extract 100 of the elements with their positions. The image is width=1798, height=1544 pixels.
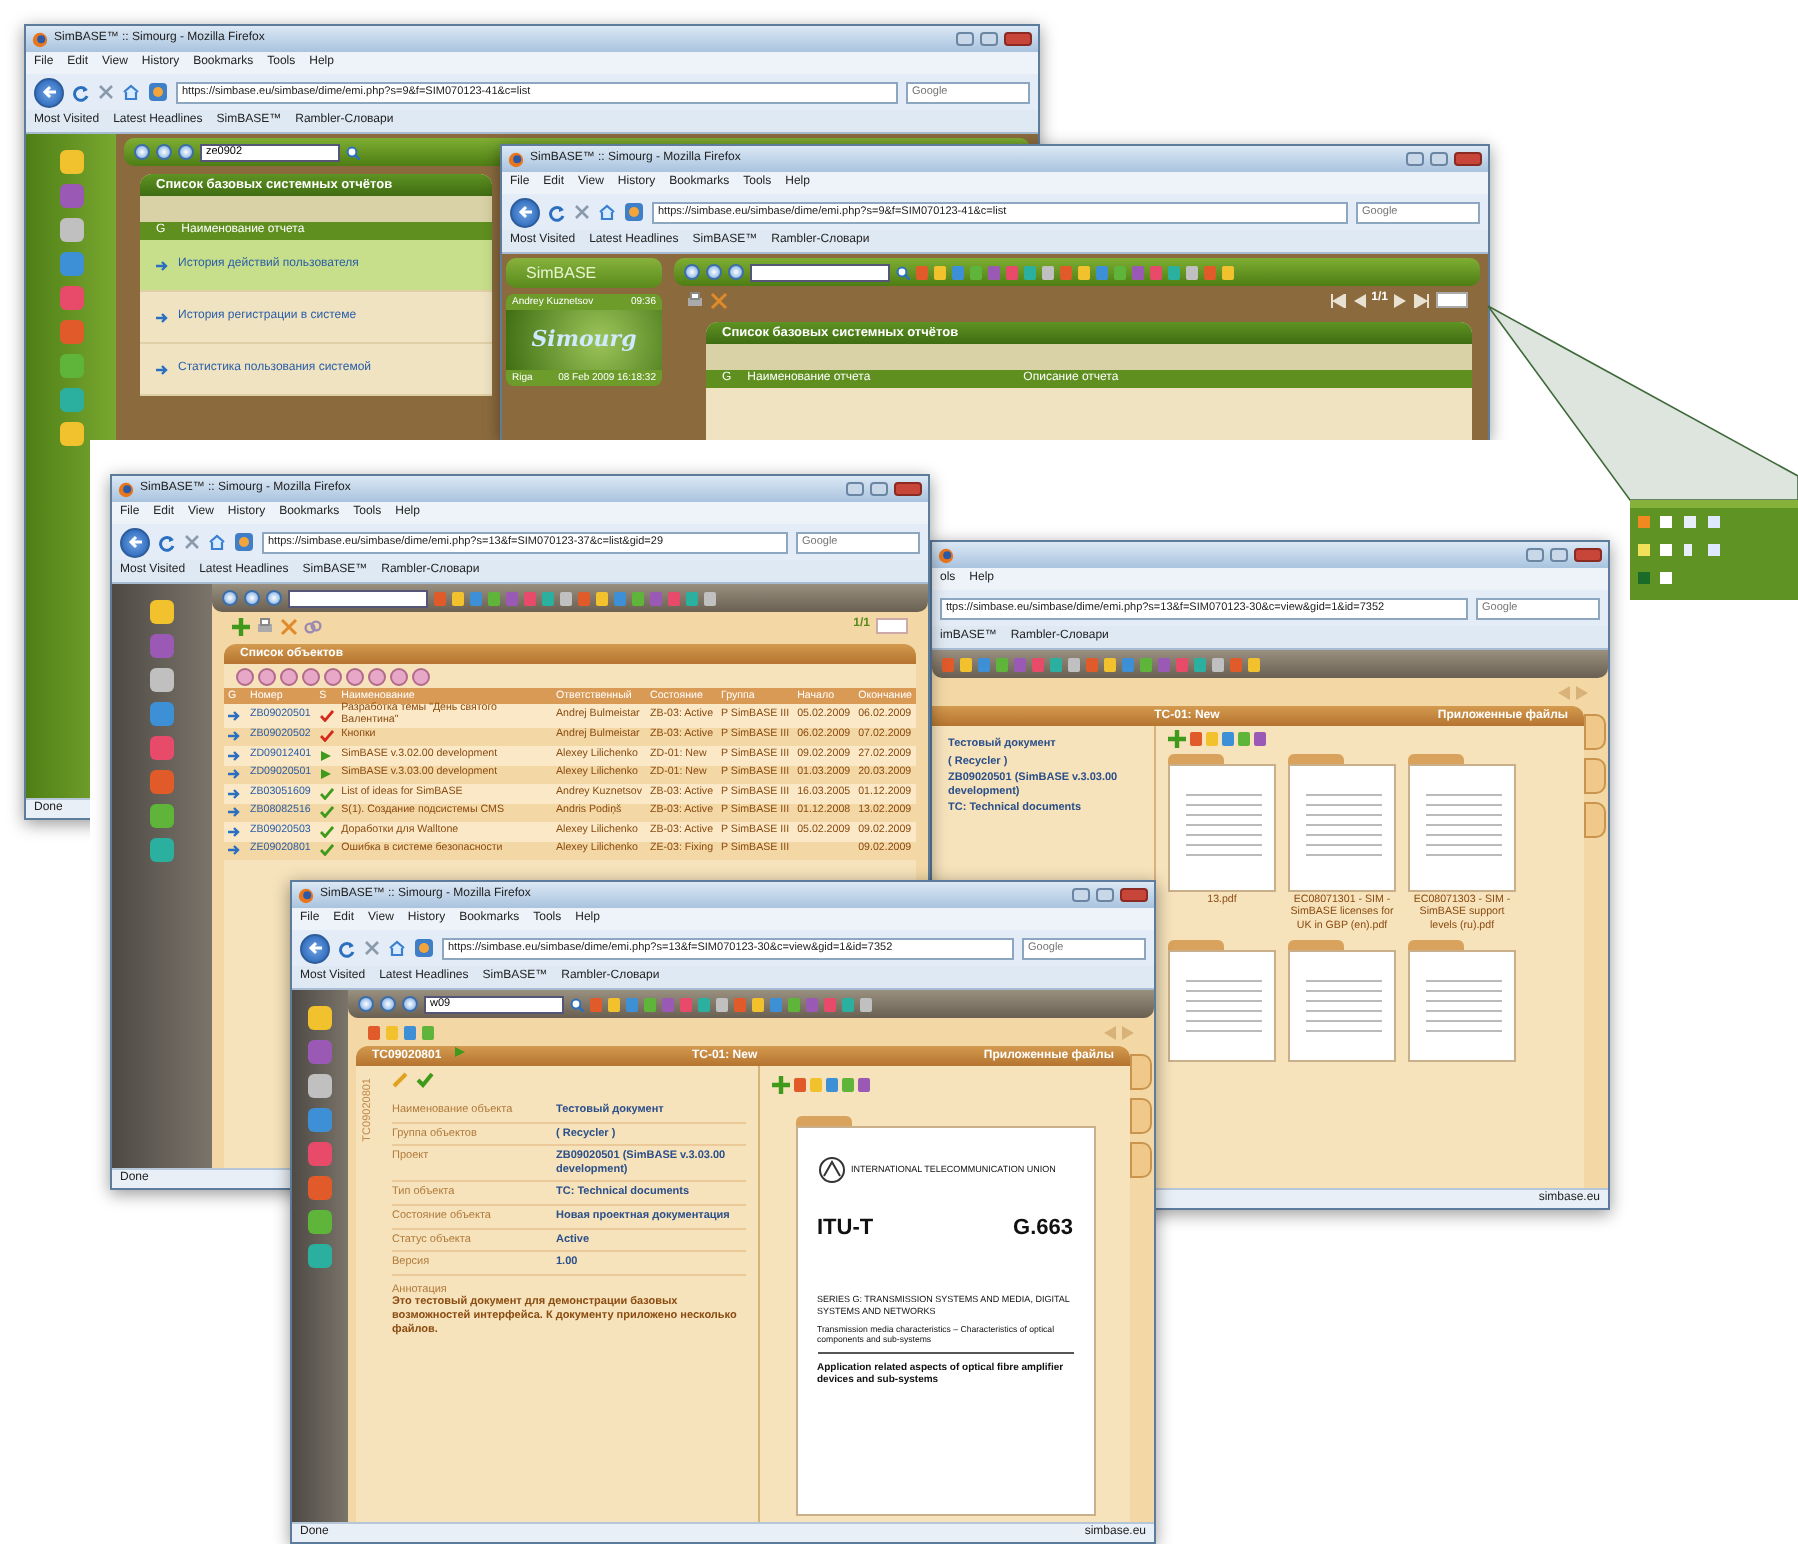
close-button[interactable] xyxy=(1454,152,1482,166)
back-arrow-icon xyxy=(307,940,323,956)
back-button[interactable] xyxy=(34,77,64,107)
app-icon[interactable] xyxy=(308,1210,332,1234)
arrow-icon xyxy=(228,825,242,838)
back-button[interactable] xyxy=(120,527,150,557)
app-icon[interactable] xyxy=(308,1040,332,1064)
stop-icon[interactable] xyxy=(364,940,380,956)
document-thumbnail xyxy=(1288,950,1396,1063)
arrow-icon xyxy=(228,730,242,743)
stop-icon[interactable] xyxy=(574,204,590,220)
minimize-button[interactable] xyxy=(956,32,974,46)
close-button[interactable] xyxy=(1120,888,1148,902)
app-icon[interactable] xyxy=(150,804,174,828)
app-icon[interactable] xyxy=(59,422,83,446)
app-icon[interactable] xyxy=(59,354,83,378)
back-button[interactable] xyxy=(300,933,330,963)
previous-page-icon[interactable] xyxy=(1351,293,1366,307)
app-icon[interactable] xyxy=(150,668,174,692)
home-icon[interactable] xyxy=(208,534,226,550)
app-icon[interactable] xyxy=(59,218,83,242)
home-icon[interactable] xyxy=(122,84,140,100)
previous-icon[interactable] xyxy=(1104,1025,1116,1039)
print-icon[interactable] xyxy=(686,291,704,309)
next-icon[interactable] xyxy=(1122,1025,1134,1039)
maximize-button[interactable] xyxy=(1430,152,1448,166)
reload-icon[interactable] xyxy=(72,83,90,101)
edit-icon[interactable] xyxy=(392,1072,408,1088)
close-button[interactable] xyxy=(1004,32,1032,46)
app-icon[interactable] xyxy=(308,1074,332,1098)
app-icon[interactable] xyxy=(308,1244,332,1268)
side-tab[interactable] xyxy=(1130,1098,1152,1134)
reload-icon[interactable] xyxy=(338,939,356,957)
add-icon[interactable] xyxy=(232,617,250,635)
app-icon[interactable] xyxy=(308,1108,332,1132)
arrow-icon xyxy=(156,311,170,323)
side-tab[interactable] xyxy=(1584,802,1606,838)
page-field[interactable] xyxy=(1436,292,1468,308)
side-tab[interactable] xyxy=(1584,714,1606,750)
tools-icon[interactable] xyxy=(710,291,728,309)
maximize-button[interactable] xyxy=(1096,888,1114,902)
side-tab[interactable] xyxy=(1130,1142,1152,1178)
tools-icon[interactable] xyxy=(280,617,298,635)
add-icon[interactable] xyxy=(772,1075,790,1093)
minimize-button[interactable] xyxy=(1072,888,1090,902)
home-icon[interactable] xyxy=(388,940,406,956)
close-button[interactable] xyxy=(1574,548,1602,562)
print-icon[interactable] xyxy=(256,617,274,635)
side-tab[interactable] xyxy=(1584,758,1606,794)
file-tab[interactable] xyxy=(1168,754,1224,764)
first-page-icon[interactable] xyxy=(1329,293,1346,307)
app-icon[interactable] xyxy=(59,150,83,174)
site-icon xyxy=(234,532,254,552)
back-button[interactable] xyxy=(510,197,540,227)
reload-icon[interactable] xyxy=(158,533,176,551)
app-icon[interactable] xyxy=(150,770,174,794)
file-tab[interactable] xyxy=(1288,940,1344,951)
home-icon[interactable] xyxy=(598,204,616,220)
app-icon[interactable] xyxy=(59,388,83,412)
last-page-icon[interactable] xyxy=(1414,293,1430,307)
next-page-icon[interactable] xyxy=(1394,293,1408,307)
side-tab[interactable] xyxy=(1130,1054,1152,1090)
file-tab[interactable] xyxy=(1168,940,1224,951)
maximize-button[interactable] xyxy=(870,482,888,496)
file-tab[interactable] xyxy=(796,1116,852,1126)
stop-icon[interactable] xyxy=(98,84,114,100)
next-icon[interactable] xyxy=(1576,685,1588,699)
maximize-button[interactable] xyxy=(980,32,998,46)
minimize-button[interactable] xyxy=(1526,548,1544,562)
reload-icon[interactable] xyxy=(548,203,566,221)
stop-icon[interactable] xyxy=(184,534,200,550)
app-icon[interactable] xyxy=(150,736,174,760)
app-icon[interactable] xyxy=(308,1176,332,1200)
document-number: G.663 xyxy=(1013,1215,1073,1243)
app-icon[interactable] xyxy=(308,1142,332,1166)
minimize-button[interactable] xyxy=(846,482,864,496)
search-field[interactable] xyxy=(750,263,890,281)
browser-icon xyxy=(298,887,314,903)
close-button[interactable] xyxy=(894,482,922,496)
add-icon[interactable] xyxy=(1168,729,1186,747)
page-field[interactable] xyxy=(876,618,908,634)
document-series: ITU-T xyxy=(817,1215,874,1243)
search-icon[interactable] xyxy=(570,997,584,1011)
link-icon[interactable] xyxy=(304,617,322,635)
maximize-button[interactable] xyxy=(1550,548,1568,562)
app-icon[interactable] xyxy=(308,1006,332,1030)
search-icon[interactable] xyxy=(896,265,910,279)
file-tab[interactable] xyxy=(1408,754,1464,764)
file-tab[interactable] xyxy=(1288,754,1344,764)
previous-icon[interactable] xyxy=(1558,685,1570,699)
app-icon[interactable] xyxy=(150,600,174,624)
app-icon[interactable] xyxy=(150,702,174,726)
search-icon[interactable] xyxy=(346,145,360,159)
minimize-button[interactable] xyxy=(1406,152,1424,166)
save-icon[interactable] xyxy=(416,1072,434,1088)
file-tab[interactable] xyxy=(1408,940,1464,951)
document-thumbnail xyxy=(1168,950,1276,1063)
site-icon xyxy=(414,938,434,958)
search-field[interactable] xyxy=(288,589,428,607)
app-icon[interactable] xyxy=(150,838,174,862)
